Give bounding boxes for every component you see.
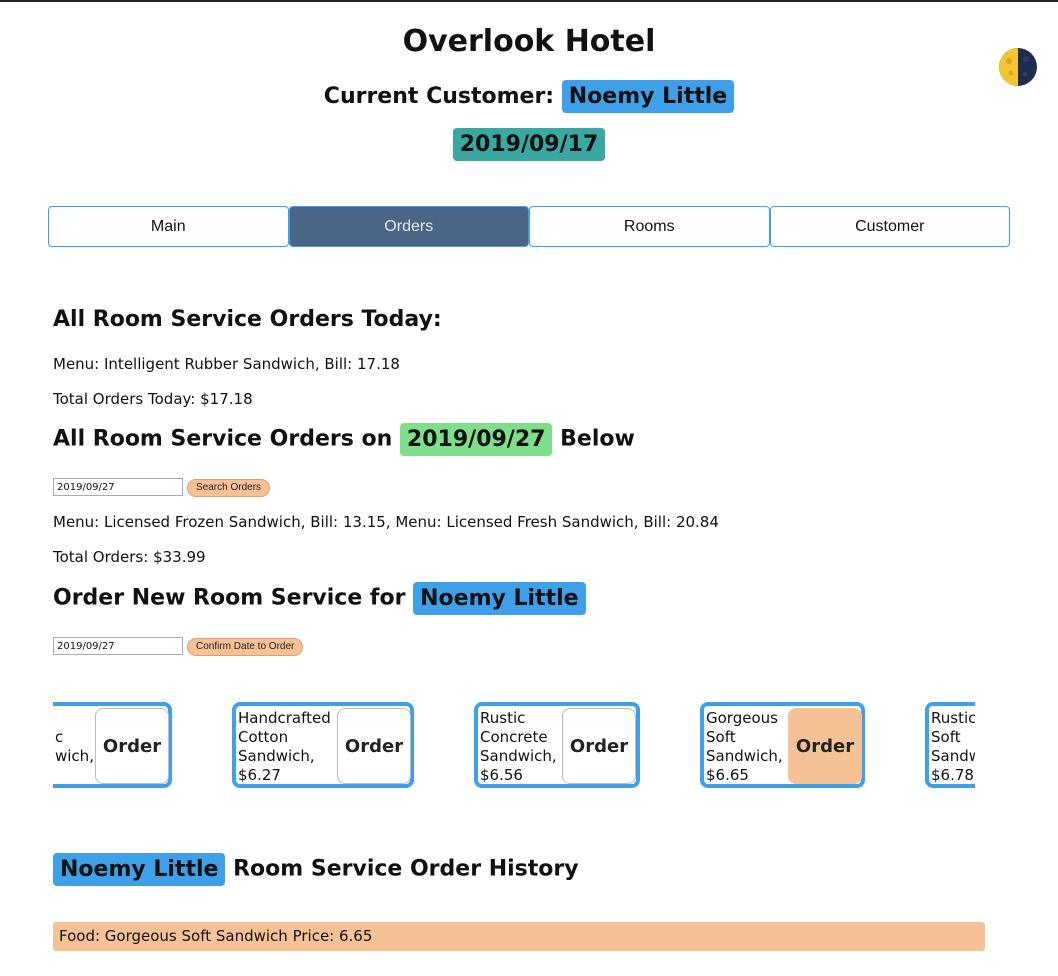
menu-card: Gorgeous Soft Sandwich, $6.65 Order	[700, 702, 865, 788]
tab-orders[interactable]: Orders	[288, 206, 529, 247]
search-date-badge: 2019/09/27	[399, 423, 553, 456]
menu-card-text: Gorgeous Soft Sandwich, $6.65	[706, 709, 783, 784]
new-order-customer-badge: Noemy Little	[413, 582, 586, 615]
search-orders-button[interactable]: Search Orders	[187, 479, 271, 497]
nav-tabs: Main Orders Rooms Customer	[48, 206, 1010, 247]
today-orders-menu: Menu: Intelligent Rubber Sandwich, Bill:…	[53, 355, 400, 373]
order-date-input[interactable]	[53, 637, 183, 655]
current-customer: Current Customer: Noemy Little	[0, 80, 1058, 113]
menu-card: Handcrafted Cotton Sandwich, $6.27 Order	[232, 702, 414, 788]
search-heading-suffix: Below	[560, 426, 635, 452]
tab-customer[interactable]: Customer	[769, 206, 1010, 247]
menu-card: Rustic Soft Sandw $6.78	[925, 702, 975, 788]
tab-main[interactable]: Main	[48, 206, 289, 247]
new-order-heading: Order New Room Service for Noemy Little	[53, 582, 586, 615]
today-orders-total: Total Orders Today: $17.18	[53, 390, 253, 408]
search-orders-total: Total Orders: $33.99	[53, 548, 206, 566]
order-button[interactable]: Order	[788, 708, 862, 784]
search-orders-menu: Menu: Licensed Frozen Sandwich, Bill: 13…	[53, 513, 719, 531]
menu-card: Rustic Concrete Sandwich, $6.56 Order	[474, 702, 640, 788]
customer-name-badge: Noemy Little	[561, 80, 735, 113]
menu-card-text: c wich,	[55, 728, 94, 765]
search-heading-prefix: All Room Service Orders on	[53, 426, 393, 452]
history-customer-badge: Noemy Little	[53, 853, 226, 886]
hotel-title: Overlook Hotel	[402, 24, 656, 59]
order-button[interactable]: Order	[337, 708, 411, 784]
current-date: 2019/09/17	[0, 128, 1058, 161]
today-orders-heading: All Room Service Orders Today:	[53, 307, 442, 332]
current-customer-label: Current Customer:	[323, 84, 555, 109]
order-button[interactable]: Order	[95, 708, 169, 784]
search-orders-heading: All Room Service Orders on 2019/09/27 Be…	[53, 423, 635, 456]
search-date-input[interactable]	[53, 478, 183, 496]
history-heading-suffix: Room Service Order History	[233, 856, 579, 882]
tab-rooms[interactable]: Rooms	[529, 206, 770, 247]
history-heading: Noemy Little Room Service Order History	[53, 853, 579, 886]
order-button[interactable]: Order	[562, 708, 636, 784]
new-order-heading-prefix: Order New Room Service for	[53, 585, 406, 611]
menu-card-text: Rustic Soft Sandw $6.78	[931, 709, 975, 784]
menu-card-text: Rustic Concrete Sandwich, $6.56	[480, 709, 557, 784]
menu-card: c wich, Order	[53, 702, 172, 788]
menu-card-text: Handcrafted Cotton Sandwich, $6.27	[238, 709, 331, 784]
history-row: Food: Gorgeous Soft Sandwich Price: 6.65	[53, 922, 985, 951]
current-date-badge: 2019/09/17	[452, 128, 606, 161]
confirm-date-button[interactable]: Confirm Date to Order	[187, 638, 304, 656]
menu-carousel[interactable]: c wich, Order Handcrafted Cotton Sandwic…	[53, 702, 975, 790]
